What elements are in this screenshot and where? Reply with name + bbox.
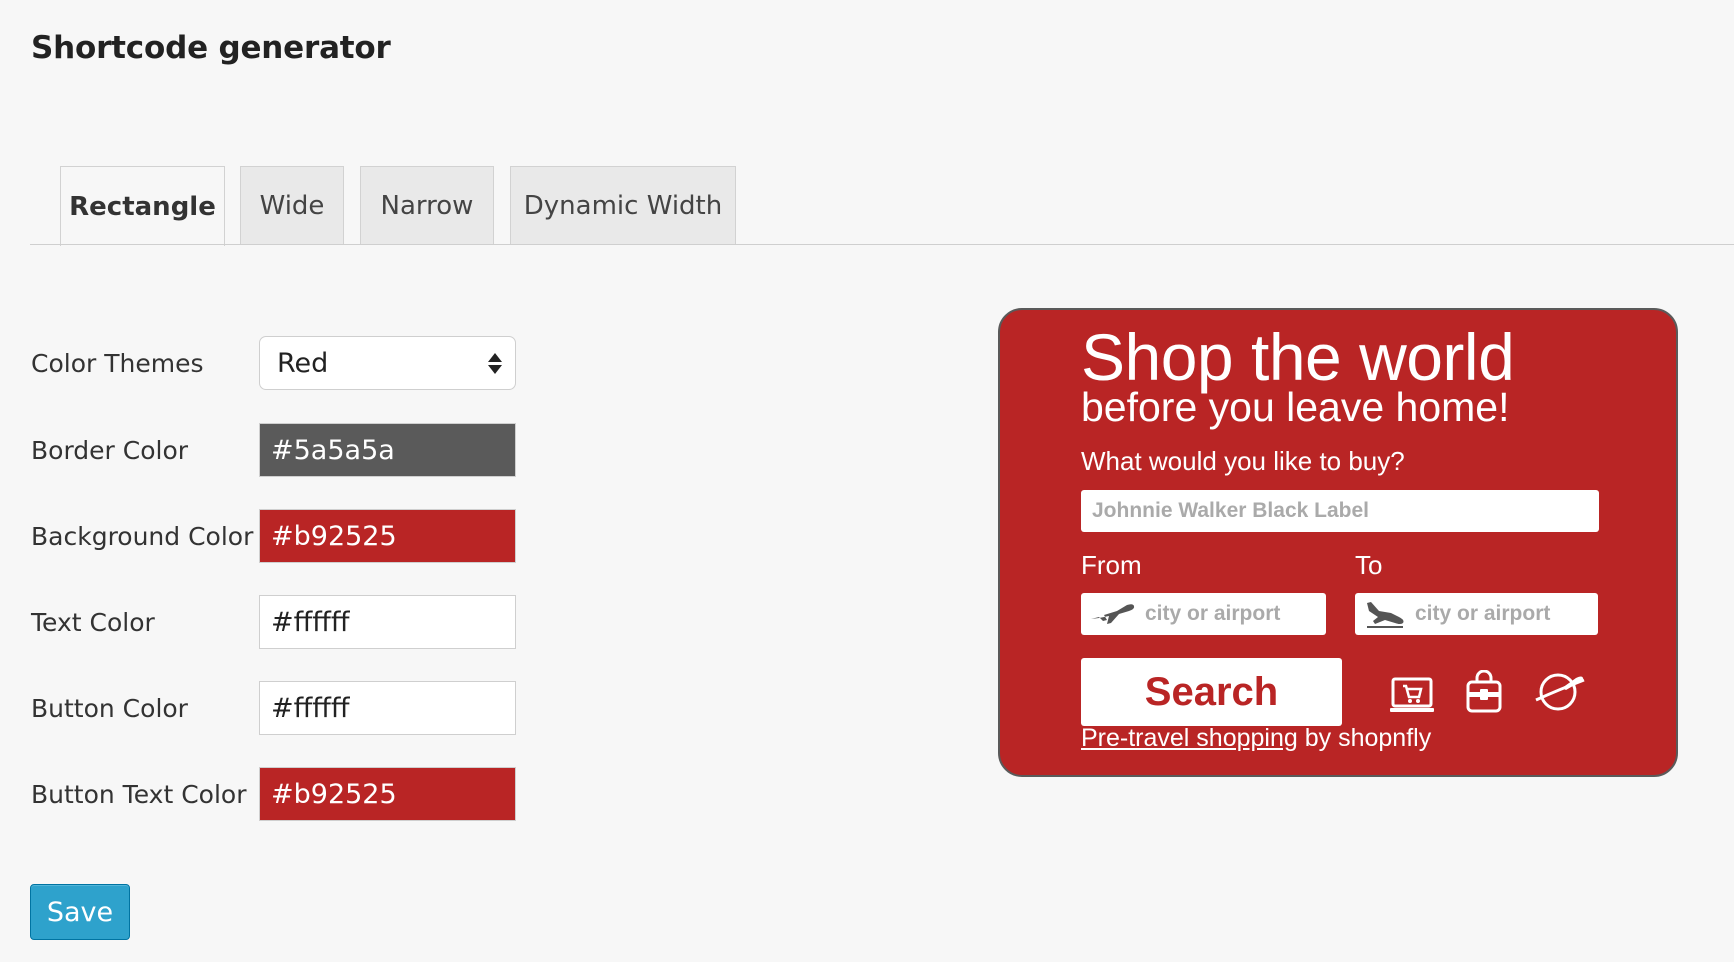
from-input[interactable]: city or airport — [1081, 593, 1326, 635]
page-title: Shortcode generator — [31, 30, 391, 66]
plane-takeoff-icon — [1091, 604, 1135, 624]
button-color-input[interactable]: #ffffff — [259, 681, 516, 735]
from-placeholder: city or airport — [1145, 602, 1281, 625]
product-search-input[interactable]: Johnnie Walker Black Label — [1081, 490, 1599, 532]
button-text-color-label: Button Text Color — [31, 779, 247, 809]
border-color-row: Border Color #5a5a5a — [31, 423, 516, 477]
to-label: To — [1355, 550, 1383, 580]
tab-rectangle[interactable]: Rectangle — [60, 166, 225, 246]
widget-preview: Shop the world before you leave home! Wh… — [998, 308, 1678, 777]
pre-travel-shopping-link[interactable]: Pre-travel shopping — [1081, 724, 1298, 752]
button-text-color-row: Button Text Color #b92525 — [31, 767, 516, 821]
border-color-label: Border Color — [31, 435, 189, 465]
tab-wide[interactable]: Wide — [240, 166, 344, 245]
border-color-input[interactable]: #5a5a5a — [259, 423, 516, 477]
text-color-row: Text Color #ffffff — [31, 595, 516, 649]
save-button[interactable]: Save — [30, 884, 130, 940]
select-arrows-icon — [488, 352, 502, 374]
to-input[interactable]: city or airport — [1355, 593, 1598, 635]
plane-landing-icon — [1367, 602, 1404, 628]
button-color-label: Button Color — [31, 693, 188, 723]
background-color-label: Background Color — [31, 521, 254, 551]
footer-brand-text: by shopnfly — [1297, 724, 1432, 752]
color-themes-select[interactable]: Red — [259, 336, 516, 390]
color-themes-row: Color Themes Red — [31, 336, 516, 390]
text-color-input[interactable]: #ffffff — [259, 595, 516, 649]
color-themes-label: Color Themes — [31, 348, 204, 378]
widget-search-button[interactable]: Search — [1081, 658, 1342, 726]
widget-footer: Pre-travel shopping by shopnfly — [1081, 724, 1431, 753]
tabs-divider — [30, 244, 1734, 245]
globe-plane-icon — [1535, 673, 1585, 711]
widget-question: What would you like to buy? — [1081, 446, 1405, 476]
button-text-color-input[interactable]: #b92525 — [259, 767, 516, 821]
shopping-bag-icon — [1466, 670, 1502, 713]
text-color-label: Text Color — [31, 607, 155, 637]
button-color-row: Button Color #ffffff — [31, 681, 516, 735]
laptop-cart-icon — [1390, 677, 1434, 712]
color-themes-value: Red — [277, 347, 329, 379]
tab-narrow[interactable]: Narrow — [360, 166, 494, 245]
widget-subtitle: before you leave home! — [1081, 384, 1510, 430]
background-color-input[interactable]: #b92525 — [259, 509, 516, 563]
background-color-row: Background Color #b92525 — [31, 509, 516, 563]
tab-dynamic-width[interactable]: Dynamic Width — [510, 166, 736, 245]
from-label: From — [1081, 550, 1142, 580]
to-placeholder: city or airport — [1415, 602, 1551, 625]
widget-title: Shop the world — [1081, 320, 1515, 394]
